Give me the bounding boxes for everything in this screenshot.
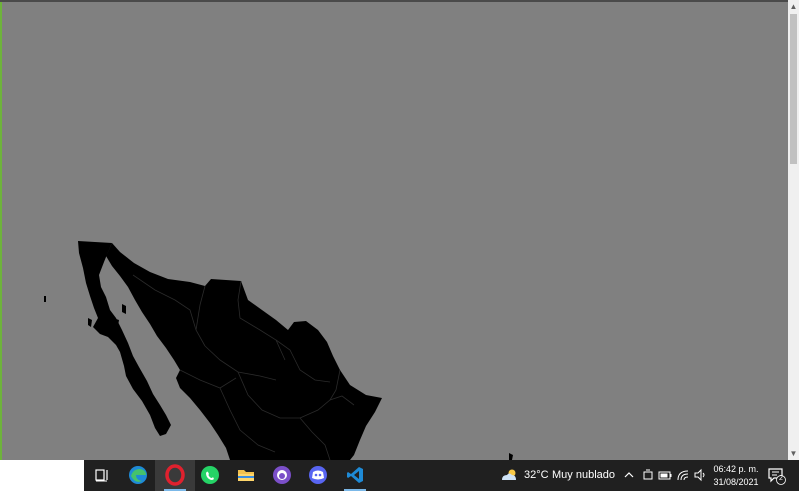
taskbar: 32°C Muy nublado 06:42 p. m. 31/08/2021 … <box>84 460 799 491</box>
window-top-border <box>0 0 799 2</box>
clock-time: 06:42 p. m. <box>713 464 759 474</box>
wifi-icon[interactable] <box>676 468 690 482</box>
island <box>122 304 126 314</box>
island <box>509 453 513 460</box>
task-view-icon[interactable] <box>91 464 113 486</box>
map-viewport[interactable] <box>0 0 788 460</box>
mainland-mexico-region <box>106 243 382 460</box>
edge-icon[interactable] <box>127 464 149 486</box>
window-bottom-strip <box>0 460 84 491</box>
folder-icon[interactable] <box>235 464 257 486</box>
notification-count-badge: 2 <box>779 475 783 482</box>
mexico-map[interactable] <box>0 0 788 460</box>
notifications-icon[interactable]: 2 <box>768 467 786 485</box>
clock-date: 31/08/2021 <box>713 477 759 487</box>
scroll-up-arrow-icon[interactable]: ▲ <box>788 2 799 12</box>
clock[interactable]: 06:42 p. m. 31/08/2021 <box>713 463 759 489</box>
chevron-up-icon[interactable] <box>622 468 636 482</box>
weather-temperature[interactable]: 32°C <box>524 469 549 481</box>
vertical-scrollbar[interactable]: ▲ ▼ <box>788 0 799 460</box>
island <box>44 296 46 302</box>
vscode-icon <box>344 464 366 486</box>
github-icon[interactable] <box>271 464 293 486</box>
discord-icon[interactable] <box>307 464 329 486</box>
whatsapp-icon[interactable] <box>199 464 221 486</box>
opera-icon <box>164 464 186 486</box>
island <box>88 318 92 327</box>
scroll-down-arrow-icon[interactable]: ▼ <box>788 449 799 459</box>
scroll-thumb[interactable] <box>790 14 797 164</box>
weather-condition[interactable]: Muy nublado <box>552 469 615 481</box>
opera-taskbar-button[interactable] <box>155 460 195 491</box>
window-left-border <box>0 2 2 460</box>
meet-now-icon[interactable] <box>641 468 655 482</box>
volume-icon[interactable] <box>693 468 707 482</box>
battery-icon[interactable] <box>658 468 672 482</box>
cloud-sun-icon[interactable] <box>500 468 518 482</box>
vscode-taskbar-button[interactable] <box>335 460 375 491</box>
